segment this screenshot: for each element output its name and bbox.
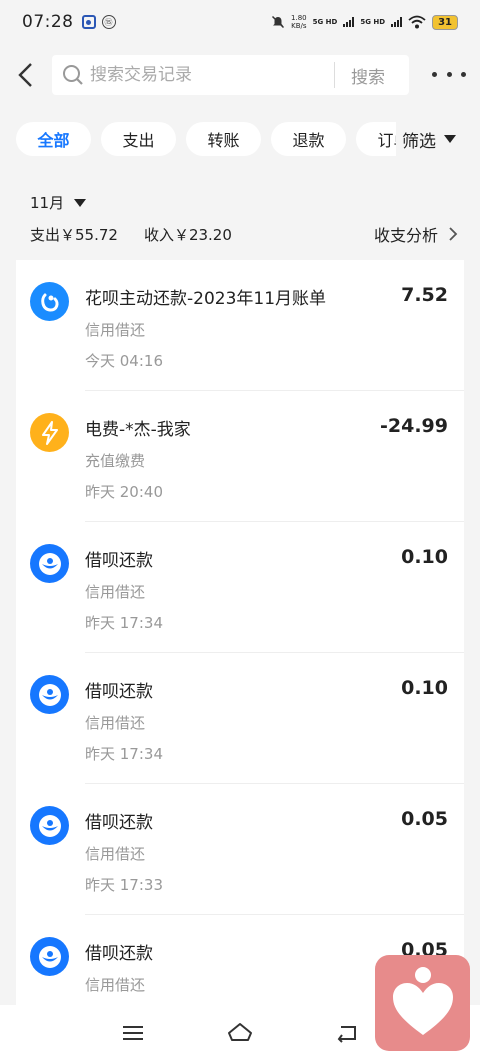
- wifi-icon: [408, 15, 426, 29]
- transaction-amount: 0.10: [401, 677, 448, 699]
- transaction-category: 信用借还: [85, 714, 146, 732]
- floating-heart-button[interactable]: [375, 955, 470, 1051]
- search-divider: [334, 62, 335, 88]
- transaction-category: 信用借还: [85, 976, 146, 994]
- transaction-category: 信用借还: [85, 845, 146, 863]
- transaction-row[interactable]: 电费-*杰-我家 充值缴费 昨天 20:40 -24.99: [16, 391, 464, 522]
- jiebei-icon: [30, 937, 69, 976]
- income-total: 收入￥23.20: [143, 225, 232, 244]
- transaction-time: 昨天 17:33: [85, 876, 163, 894]
- search-input[interactable]: [90, 65, 330, 85]
- menu-icon: [123, 1026, 143, 1040]
- dot-icon: [446, 71, 452, 77]
- transaction-title: 电费-*杰-我家: [85, 420, 191, 440]
- transaction-title: 花呗主动还款-2023年11月账单: [85, 289, 327, 309]
- status-time: 07:28: [22, 12, 74, 32]
- search-button[interactable]: 搜索: [351, 63, 385, 88]
- jiebei-icon: [30, 675, 69, 714]
- chevron-right-icon: [448, 226, 458, 242]
- transaction-category: 信用借还: [85, 321, 146, 339]
- home-button[interactable]: [225, 1019, 255, 1047]
- expense-total: 支出￥55.72: [30, 225, 118, 244]
- back-nav-button[interactable]: [332, 1019, 362, 1047]
- search-bar[interactable]: 搜索: [52, 55, 409, 95]
- transaction-time: 昨天 17:34: [85, 614, 163, 632]
- network-type-1: 5G HD: [312, 18, 338, 26]
- chip-refund[interactable]: 退款: [271, 122, 346, 156]
- jiebei-icon: [30, 806, 69, 845]
- network-speed-unit: KB/s: [291, 22, 307, 30]
- status-bar: 07:28 ⑮ 1.80 KB/s 5G HD 5G HD 31: [0, 0, 480, 44]
- heart-person-icon: [392, 967, 453, 1035]
- transaction-list: 花呗主动还款-2023年11月账单 信用借还 今天 04:16 7.52 电费-…: [16, 260, 464, 1005]
- header: 搜索: [0, 44, 480, 106]
- transaction-time: 昨天 20:40: [85, 483, 163, 501]
- transaction-row[interactable]: 借呗还款 信用借还 昨天 17:33 0.05: [16, 784, 464, 915]
- dot-icon: [432, 71, 437, 77]
- transaction-title: 借呗还款: [85, 813, 153, 833]
- filter-button[interactable]: 筛选: [396, 122, 480, 156]
- network-speed-value: 1.80: [291, 14, 307, 22]
- jiebei-icon: [30, 544, 69, 583]
- filter-label: 筛选: [402, 131, 436, 152]
- chip-all[interactable]: 全部: [16, 122, 91, 156]
- more-options-button[interactable]: [432, 62, 466, 86]
- notification-icon: ⑮: [101, 15, 116, 29]
- home-icon: [228, 1023, 252, 1041]
- back-button[interactable]: [0, 49, 52, 101]
- search-icon: [62, 64, 84, 86]
- transaction-amount: 0.05: [401, 808, 448, 830]
- transaction-time: 今天 04:16: [85, 352, 163, 370]
- dot-icon: [461, 71, 466, 77]
- dropdown-triangle-icon: [444, 135, 456, 143]
- transaction-title: 借呗还款: [85, 551, 153, 571]
- signal-icon: [343, 17, 355, 27]
- transaction-row[interactable]: 借呗还款 信用借还 昨天 17:34 0.10: [16, 653, 464, 784]
- mute-icon: [271, 15, 285, 29]
- lightning-icon: [30, 413, 69, 452]
- dropdown-triangle-icon: [74, 198, 87, 207]
- transaction-row[interactable]: 花呗主动还款-2023年11月账单 信用借还 今天 04:16 7.52: [16, 260, 464, 391]
- battery-indicator: 31: [432, 14, 458, 30]
- network-type-2: 5G HD: [360, 18, 386, 26]
- network-speed: 1.80 KB/s: [291, 14, 307, 30]
- chip-transfer[interactable]: 转账: [186, 122, 261, 156]
- transaction-amount: 0.10: [401, 546, 448, 568]
- signal-icon-2: [391, 17, 403, 27]
- return-icon: [337, 1026, 356, 1043]
- huabei-icon: [30, 282, 69, 321]
- chip-expense[interactable]: 支出: [101, 122, 176, 156]
- menu-button[interactable]: [118, 1019, 148, 1047]
- transaction-row[interactable]: 借呗还款 信用借还 昨天 17:34 0.10: [16, 522, 464, 653]
- transaction-time: 昨天 17:34: [85, 745, 163, 763]
- transaction-amount: 7.52: [401, 284, 448, 306]
- analysis-label: 收支分析: [373, 226, 438, 245]
- chevron-left-icon: [18, 63, 32, 87]
- transaction-title: 借呗还款: [85, 944, 153, 964]
- transaction-amount: -24.99: [380, 415, 448, 437]
- month-summary: 支出￥55.72 收入￥23.20 收支分析: [30, 222, 458, 246]
- app-notification-icon: [81, 15, 96, 29]
- transaction-category: 充值缴费: [85, 452, 146, 470]
- transaction-category: 信用借还: [85, 583, 146, 601]
- analysis-link[interactable]: 收支分析: [374, 222, 458, 246]
- month-label: 11月: [30, 194, 65, 212]
- month-selector[interactable]: 11月: [30, 192, 87, 213]
- transaction-title: 借呗还款: [85, 682, 153, 702]
- status-indicators: 1.80 KB/s 5G HD 5G HD 31: [271, 14, 458, 30]
